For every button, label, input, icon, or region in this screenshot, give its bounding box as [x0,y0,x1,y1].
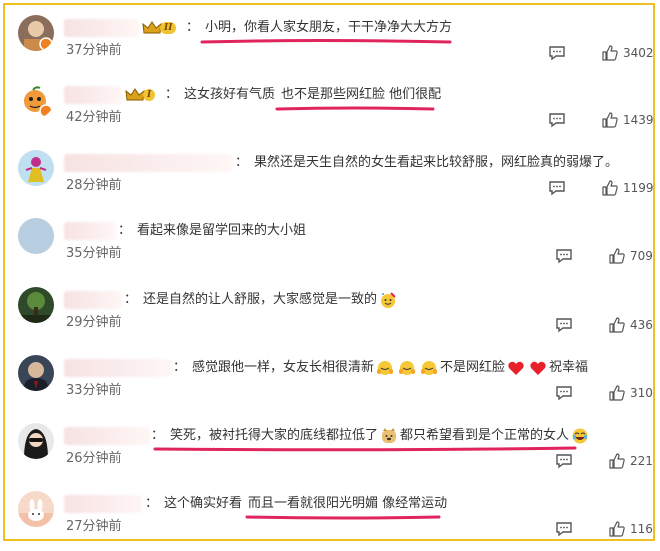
reply-icon[interactable] [548,112,566,128]
crown-icon [125,88,145,101]
comment-text: ： 这个确实好看 而且一看就很阳光明媚 像经常运动 [145,496,448,511]
reply-icon[interactable] [555,521,573,537]
reply-icon[interactable] [555,248,573,264]
thumbs-up-icon [609,385,625,401]
avatar[interactable] [18,491,54,527]
thumbs-up-icon [602,112,618,128]
username-blurred[interactable] [64,154,232,172]
comment-text: ： 果然还是天生自然的女生看起来比较舒服，网红脸真的弱爆了。 [235,155,619,170]
comment-item: ： 笑死，被衬托得大家的底线都拉低了 都只希望看到是个正常的女人 26分钟前 2… [5,423,653,483]
comment-text: ： 小明，你看人家女朋友，干干净净大大方方 [186,20,453,35]
like-button[interactable]: 3402 [602,45,654,61]
comment-time: 37分钟前 [66,43,122,58]
avatar[interactable] [18,287,54,323]
comment-text: ： 感觉跟他一样，女友长相很清新 不是网红脸 祝幸福 [173,360,589,375]
comment-item: ： 看起来像是留学回来的大小姐 35分钟前 709 [5,218,653,278]
hug-emoji-icon [421,361,438,375]
reply-icon[interactable] [555,453,573,469]
avatar[interactable] [18,82,54,118]
reply-icon[interactable] [548,45,566,61]
laugh-emoji-icon [572,428,588,444]
vip-badge: I [125,86,156,104]
doge-emoji-icon [382,428,397,443]
like-button[interactable]: 436 [609,317,653,333]
comment-item: ： 果然还是天生自然的女生看起来比较舒服，网红脸真的弱爆了。 28分钟前 119… [5,150,654,210]
comment-text: ： 还是自然的让人舒服，大家感觉是一致的 [124,290,399,310]
crown-icon [142,21,162,34]
thumbs-up-icon [602,180,618,196]
avatar[interactable] [18,423,54,459]
level-badge: II [160,22,177,34]
comment-item: ： 还是自然的让人舒服，大家感觉是一致的 29分钟前 436 [5,287,653,347]
comment-time: 29分钟前 [66,315,122,330]
username-blurred[interactable] [64,222,116,240]
highlight-underline [153,446,577,452]
like-button[interactable]: 116 [609,521,653,537]
comment-time: 35分钟前 [66,246,122,261]
thumbs-up-icon [609,248,625,264]
like-button[interactable]: 709 [609,248,653,264]
comment-text: ： 这女孩好有气质 也不是那些网红脸 他们很配 [165,87,442,102]
comment-list-frame: II ： 小明，你看人家女朋友，干干净净大大方方 37分钟前 3402 I ： … [3,3,655,541]
comment-time: 26分钟前 [66,451,122,466]
avatar[interactable] [18,355,54,391]
comment-item: ： 感觉跟他一样，女友长相很清新 不是网红脸 祝幸福 33分钟前 310 [5,355,653,415]
comment-time: 27分钟前 [66,519,122,534]
heart-icon [508,361,524,375]
hug-emoji-icon [377,361,394,375]
comment-time: 33分钟前 [66,383,122,398]
highlight-underline [275,106,435,111]
reply-icon[interactable] [555,385,573,401]
vip-badge: II [142,19,177,37]
avatar[interactable] [18,218,54,254]
highlight-underline [245,515,441,520]
like-button[interactable]: 221 [609,453,653,469]
reply-icon[interactable] [548,180,566,196]
thumbs-up-icon [609,453,625,469]
hug-emoji-icon [399,361,416,375]
username-blurred[interactable] [64,359,172,377]
comment-item: I ： 这女孩好有气质 也不是那些网红脸 他们很配 42分钟前 1439 [5,82,654,142]
username-blurred[interactable] [64,19,139,37]
username-blurred[interactable] [64,427,150,445]
like-button[interactable]: 310 [609,385,653,401]
comment-text: ： 笑死，被衬托得大家的底线都拉低了 都只希望看到是个正常的女人 [151,426,591,446]
comment-item: II ： 小明，你看人家女朋友，干干净净大大方方 37分钟前 3402 [5,15,654,75]
reply-icon[interactable] [555,317,573,333]
thumbs-up-icon [609,317,625,333]
highlight-underline [200,39,452,44]
heart-icon [530,361,546,375]
username-blurred[interactable] [64,291,122,309]
username-blurred[interactable] [64,86,122,104]
comment-text: ： 看起来像是留学回来的大小姐 [118,223,307,238]
level-badge: I [143,89,156,101]
thumbs-up-icon [609,521,625,537]
comment-item: ： 这个确实好看 而且一看就很阳光明媚 像经常运动 27分钟前 116 [5,491,653,551]
avatar[interactable] [18,15,54,51]
party-emoji-icon [381,292,396,308]
like-button[interactable]: 1439 [602,112,654,128]
comment-time: 28分钟前 [66,178,122,193]
avatar[interactable] [18,150,54,186]
comment-time: 42分钟前 [66,110,122,125]
username-blurred[interactable] [64,495,142,513]
thumbs-up-icon [602,45,618,61]
like-button[interactable]: 1199 [602,180,654,196]
